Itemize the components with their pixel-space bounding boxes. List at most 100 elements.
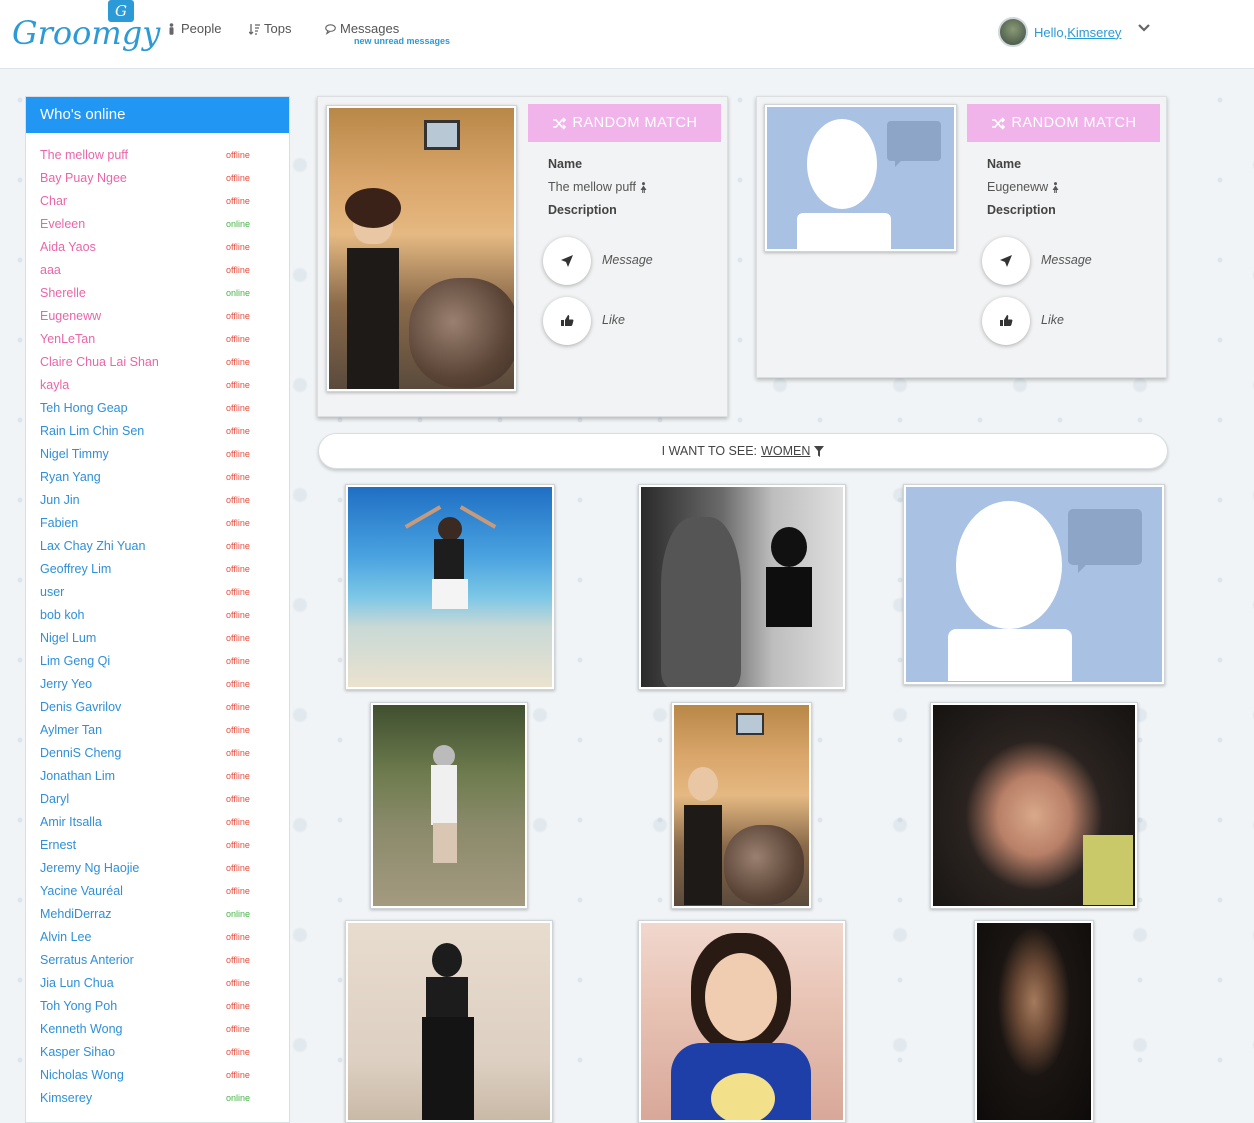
- avatar[interactable]: [998, 17, 1028, 47]
- online-user-name[interactable]: Ryan Yang: [40, 470, 101, 484]
- online-user-row[interactable]: Ryan Yang offline: [26, 465, 289, 488]
- online-user-row[interactable]: The mellow puff offline: [26, 143, 289, 166]
- online-user-name[interactable]: YenLeTan: [40, 332, 95, 346]
- message-button[interactable]: [982, 237, 1030, 285]
- online-user-row[interactable]: Daryl offline: [26, 787, 289, 810]
- online-user-name[interactable]: bob koh: [40, 608, 84, 622]
- online-user-name[interactable]: MehdiDerraz: [40, 907, 112, 921]
- like-button[interactable]: [982, 297, 1030, 345]
- unread-messages-note[interactable]: new unread messages: [354, 36, 450, 46]
- online-user-row[interactable]: Toh Yong Poh offline: [26, 994, 289, 1017]
- chevron-down-icon[interactable]: [1137, 23, 1151, 33]
- grid-photo[interactable]: [974, 920, 1094, 1123]
- online-user-name[interactable]: Geoffrey Lim: [40, 562, 111, 576]
- nav-tops[interactable]: Tops: [249, 21, 291, 36]
- online-user-name[interactable]: Lim Geng Qi: [40, 654, 110, 668]
- nav-messages[interactable]: Messages: [325, 21, 399, 36]
- online-user-row[interactable]: Denis Gavrilov offline: [26, 695, 289, 718]
- online-user-row[interactable]: Teh Hong Geap offline: [26, 396, 289, 419]
- online-user-row[interactable]: Jun Jin offline: [26, 488, 289, 511]
- online-user-row[interactable]: Char offline: [26, 189, 289, 212]
- online-user-row[interactable]: Geoffrey Lim offline: [26, 557, 289, 580]
- grid-photo[interactable]: [671, 702, 812, 909]
- online-user-name[interactable]: Serratus Anterior: [40, 953, 134, 967]
- like-button[interactable]: [543, 297, 591, 345]
- online-user-name[interactable]: Jonathan Lim: [40, 769, 115, 783]
- online-user-row[interactable]: Nigel Timmy offline: [26, 442, 289, 465]
- online-user-row[interactable]: Alvin Lee offline: [26, 925, 289, 948]
- match-photo-left[interactable]: [326, 105, 517, 392]
- online-user-row[interactable]: Kasper Sihao offline: [26, 1040, 289, 1063]
- groomgy-logo[interactable]: Groomgy G: [12, 0, 160, 60]
- user-menu[interactable]: Hello, Kimserey: [998, 17, 1121, 47]
- online-user-name[interactable]: Kasper Sihao: [40, 1045, 115, 1059]
- online-user-row[interactable]: YenLeTan offline: [26, 327, 289, 350]
- online-user-name[interactable]: Jeremy Ng Haojie: [40, 861, 139, 875]
- gender-filter-bar[interactable]: I WANT TO SEE: WOMEN: [318, 433, 1168, 469]
- online-user-name[interactable]: Bay Puay Ngee: [40, 171, 127, 185]
- nav-people[interactable]: People: [166, 21, 221, 36]
- online-user-row[interactable]: Bay Puay Ngee offline: [26, 166, 289, 189]
- online-user-name[interactable]: Nigel Lum: [40, 631, 96, 645]
- online-user-name[interactable]: Amir Itsalla: [40, 815, 102, 829]
- online-user-name[interactable]: Nicholas Wong: [40, 1068, 124, 1082]
- online-user-name[interactable]: Jun Jin: [40, 493, 80, 507]
- online-user-row[interactable]: Jia Lun Chua offline: [26, 971, 289, 994]
- online-user-row[interactable]: Kimserey online: [26, 1086, 289, 1109]
- online-user-row[interactable]: Lim Geng Qi offline: [26, 649, 289, 672]
- online-user-name[interactable]: Eveleen: [40, 217, 85, 231]
- online-user-name[interactable]: Aida Yaos: [40, 240, 96, 254]
- online-user-name[interactable]: Fabien: [40, 516, 78, 530]
- online-user-row[interactable]: Yacine Vauréal offline: [26, 879, 289, 902]
- online-user-row[interactable]: Nigel Lum offline: [26, 626, 289, 649]
- online-user-row[interactable]: Claire Chua Lai Shan offline: [26, 350, 289, 373]
- grid-photo[interactable]: [370, 702, 528, 909]
- online-user-name[interactable]: kayla: [40, 378, 69, 392]
- filter-value-link[interactable]: WOMEN: [761, 444, 810, 458]
- online-user-row[interactable]: Jonathan Lim offline: [26, 764, 289, 787]
- online-user-row[interactable]: Kenneth Wong offline: [26, 1017, 289, 1040]
- online-user-row[interactable]: Sherelle online: [26, 281, 289, 304]
- online-user-row[interactable]: user offline: [26, 580, 289, 603]
- random-match-button[interactable]: RANDOM MATCH: [528, 104, 721, 142]
- online-user-row[interactable]: Fabien offline: [26, 511, 289, 534]
- online-user-row[interactable]: bob koh offline: [26, 603, 289, 626]
- online-user-name[interactable]: Kimserey: [40, 1091, 92, 1105]
- online-user-row[interactable]: Ernest offline: [26, 833, 289, 856]
- online-user-row[interactable]: Aida Yaos offline: [26, 235, 289, 258]
- online-user-name[interactable]: DenniS Cheng: [40, 746, 121, 760]
- grid-photo[interactable]: [345, 484, 555, 690]
- online-user-name[interactable]: Jia Lun Chua: [40, 976, 114, 990]
- online-user-name[interactable]: Denis Gavrilov: [40, 700, 121, 714]
- grid-photo[interactable]: [930, 702, 1138, 909]
- online-user-name[interactable]: Alvin Lee: [40, 930, 91, 944]
- online-user-name[interactable]: Ernest: [40, 838, 76, 852]
- online-user-row[interactable]: DenniS Cheng offline: [26, 741, 289, 764]
- grid-photo[interactable]: [638, 484, 846, 690]
- online-user-name[interactable]: Jerry Yeo: [40, 677, 92, 691]
- match-photo-right[interactable]: [764, 104, 957, 252]
- online-user-row[interactable]: Jerry Yeo offline: [26, 672, 289, 695]
- message-button[interactable]: [543, 237, 591, 285]
- online-user-name[interactable]: aaa: [40, 263, 61, 277]
- online-user-name[interactable]: Char: [40, 194, 67, 208]
- online-user-name[interactable]: Sherelle: [40, 286, 86, 300]
- online-user-row[interactable]: Eugeneww offline: [26, 304, 289, 327]
- user-name-link[interactable]: Kimserey: [1067, 25, 1121, 40]
- online-user-name[interactable]: Lax Chay Zhi Yuan: [40, 539, 145, 553]
- online-user-row[interactable]: Serratus Anterior offline: [26, 948, 289, 971]
- online-user-row[interactable]: Aylmer Tan offline: [26, 718, 289, 741]
- online-user-name[interactable]: Claire Chua Lai Shan: [40, 355, 159, 369]
- filter-icon[interactable]: [814, 445, 825, 457]
- online-user-name[interactable]: Kenneth Wong: [40, 1022, 122, 1036]
- online-user-row[interactable]: Amir Itsalla offline: [26, 810, 289, 833]
- online-user-row[interactable]: aaa offline: [26, 258, 289, 281]
- online-user-name[interactable]: Teh Hong Geap: [40, 401, 128, 415]
- grid-photo[interactable]: [345, 920, 553, 1123]
- online-user-name[interactable]: user: [40, 585, 64, 599]
- grid-photo[interactable]: [638, 920, 846, 1123]
- online-user-name[interactable]: Yacine Vauréal: [40, 884, 123, 898]
- online-user-name[interactable]: The mellow puff: [40, 148, 128, 162]
- online-user-name[interactable]: Eugeneww: [40, 309, 101, 323]
- online-user-row[interactable]: Jeremy Ng Haojie offline: [26, 856, 289, 879]
